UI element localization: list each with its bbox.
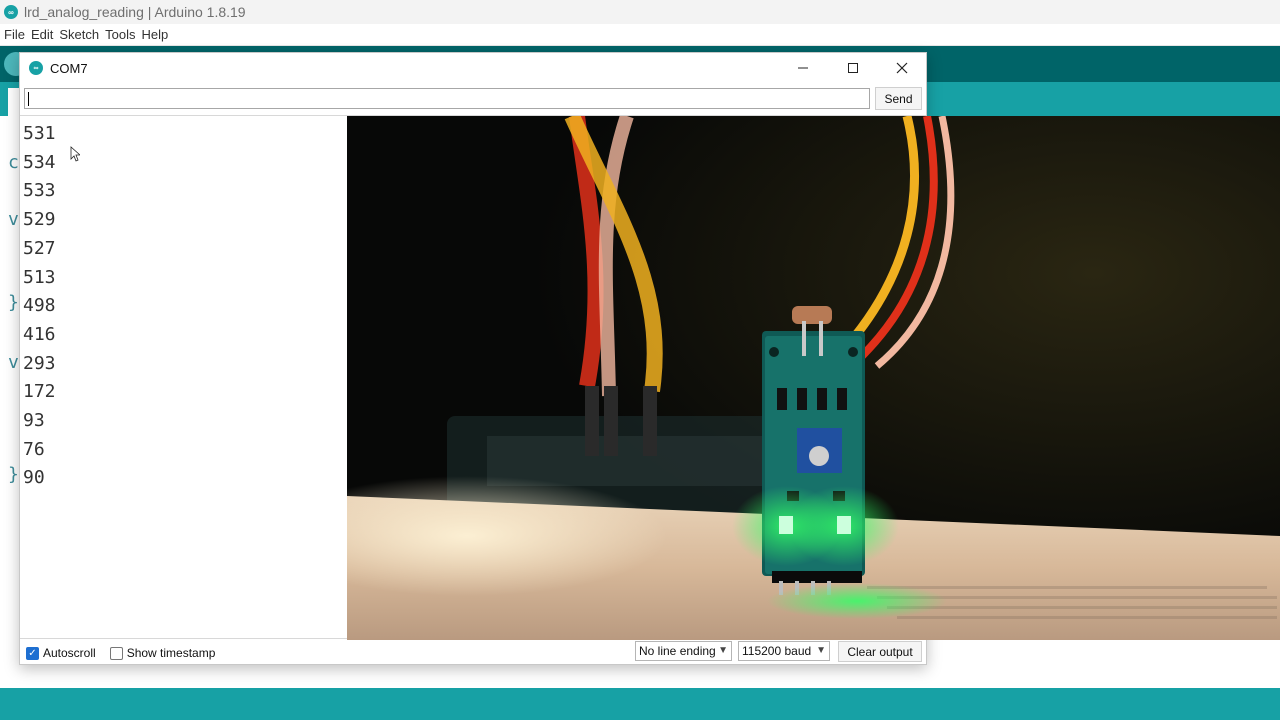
- output-line: 293: [23, 352, 56, 374]
- ide-title-bar: ∞ lrd_analog_reading | Arduino 1.8.19: [0, 0, 1280, 24]
- ldr-module-photo: [347, 116, 1280, 640]
- maximize-icon[interactable]: [830, 53, 876, 83]
- timestamp-label: Show timestamp: [126, 646, 216, 660]
- arduino-logo-icon: ∞: [4, 5, 18, 19]
- close-icon[interactable]: [879, 53, 925, 83]
- code-fragment: c: [8, 152, 19, 173]
- send-button[interactable]: Send: [875, 87, 922, 110]
- line-ending-value: No line ending: [639, 644, 716, 658]
- serial-send-input[interactable]: [24, 88, 870, 109]
- output-line: 498: [23, 295, 56, 317]
- baud-rate-value: 115200 baud: [742, 644, 812, 658]
- output-line: 93: [23, 410, 45, 432]
- menu-edit[interactable]: Edit: [31, 27, 53, 42]
- output-line: 533: [23, 180, 56, 202]
- timestamp-checkbox[interactable]: [109, 646, 123, 660]
- menu-file[interactable]: File: [4, 27, 25, 42]
- autoscroll-label: Autoscroll: [43, 646, 96, 660]
- output-line: 531: [23, 123, 56, 144]
- text-caret: [28, 92, 29, 106]
- serial-status-row: ✓ Autoscroll Show timestamp No line endi…: [20, 641, 926, 665]
- code-fragment: }: [8, 464, 19, 485]
- ldr-photo-illustration: [347, 116, 1280, 640]
- ide-menu-bar: File Edit Sketch Tools Help: [0, 24, 1280, 46]
- mouse-pointer-icon: [70, 146, 80, 162]
- menu-tools[interactable]: Tools: [105, 27, 135, 42]
- menu-sketch[interactable]: Sketch: [59, 27, 99, 42]
- output-line: 529: [23, 209, 56, 231]
- autoscroll-checkbox[interactable]: ✓: [26, 646, 39, 660]
- arduino-logo-icon: ∞: [29, 61, 43, 75]
- output-line: 527: [23, 237, 56, 259]
- ide-status-bar: [0, 688, 1280, 720]
- baud-rate-select[interactable]: 115200 baud ▼: [738, 641, 830, 661]
- serial-window-title: COM7: [50, 60, 88, 76]
- output-line: 172: [23, 381, 56, 403]
- output-line: 534: [23, 151, 56, 173]
- clear-output-button[interactable]: Clear output: [838, 641, 922, 662]
- output-line: 76: [23, 438, 45, 460]
- output-line: 90: [23, 467, 45, 489]
- screen: ∞ lrd_analog_reading | Arduino 1.8.19 Fi…: [0, 0, 1280, 720]
- menu-help[interactable]: Help: [141, 27, 168, 42]
- serial-title-bar: ∞ COM7: [20, 53, 926, 83]
- chevron-down-icon: ▼: [816, 645, 826, 656]
- code-fragment: v: [8, 352, 19, 373]
- ide-window-title: lrd_analog_reading | Arduino 1.8.19: [24, 4, 246, 20]
- code-fragment: }: [8, 292, 19, 313]
- output-line: 416: [23, 323, 56, 345]
- code-fragment: v: [8, 209, 19, 230]
- output-line: 513: [23, 266, 56, 288]
- minimize-icon[interactable]: [780, 53, 826, 83]
- chevron-down-icon: ▼: [718, 645, 728, 656]
- line-ending-select[interactable]: No line ending ▼: [635, 641, 732, 661]
- output-lines: 531 534 533 529 527 513 498 416 293 172 …: [23, 120, 56, 493]
